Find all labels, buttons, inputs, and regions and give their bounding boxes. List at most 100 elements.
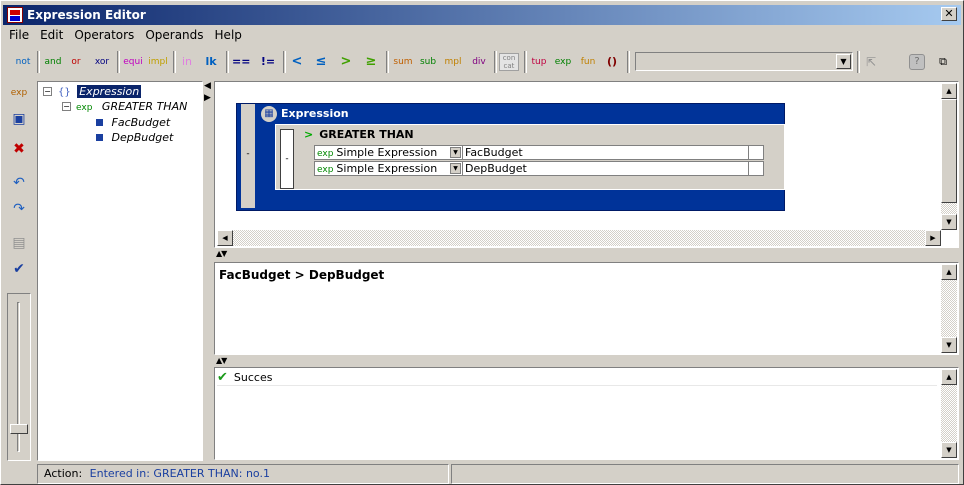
equals-button[interactable]: == [232, 53, 250, 71]
exp-button[interactable]: exp [553, 53, 573, 71]
canvas-vertical-scrollbar[interactable]: ▲ ▼ [941, 83, 957, 230]
action-label: Action: [44, 467, 83, 480]
status-bar: Action: Entered in: GREATER THAN: no.1 [3, 464, 961, 484]
scroll-left-icon[interactable]: ◀ [217, 230, 233, 246]
status-panel-secondary [451, 464, 959, 484]
scroll-down-icon[interactable]: ▼ [941, 442, 957, 458]
operand-value[interactable]: DepBudget [465, 162, 527, 175]
expression-type-select[interactable]: exp Simple Expression ▼ [315, 146, 463, 159]
scroll-right-icon[interactable]: ▶ [925, 230, 941, 246]
operand-row[interactable]: exp Simple Expression ▼ FacBudget [314, 145, 764, 160]
undo-icon[interactable]: ↶ [9, 173, 29, 193]
greater-equal-button[interactable]: ≥ [363, 53, 379, 71]
delete-icon[interactable]: ✖ [9, 139, 29, 159]
mpl-button[interactable]: mpl [442, 53, 464, 71]
scroll-up-icon[interactable]: ▲ [941, 264, 957, 280]
expression-type-label: Simple Expression [336, 146, 438, 159]
scroll-down-icon[interactable]: ▼ [941, 214, 957, 230]
expand-right-icon[interactable]: ▶ [204, 93, 211, 103]
menu-operators[interactable]: Operators [68, 26, 139, 42]
menu-help[interactable]: Help [209, 26, 247, 42]
slider-thumb[interactable] [10, 424, 28, 434]
operator-side-handle[interactable]: - [280, 129, 294, 189]
collapse-icon[interactable]: − [43, 87, 52, 96]
and-button[interactable]: and [43, 53, 63, 71]
toolbar-separator [627, 51, 630, 73]
evaluate-icon[interactable]: ▤ [9, 233, 29, 253]
concat-button[interactable]: con cat [499, 53, 519, 71]
scroll-down-icon[interactable]: ▼ [941, 337, 957, 353]
cell-divider [748, 162, 749, 175]
save-icon[interactable]: ▣ [9, 109, 29, 129]
parentheses-button[interactable]: () [603, 53, 621, 71]
messages-vertical-scrollbar[interactable]: ▲ ▼ [941, 369, 957, 458]
expression-side-handle[interactable]: - [241, 104, 255, 208]
scroll-up-icon[interactable]: ▲ [941, 83, 957, 99]
menu-file[interactable]: File [3, 26, 34, 42]
xor-button[interactable]: xor [92, 53, 112, 71]
toolbar-separator [494, 51, 497, 73]
tree-leaf-facbudget[interactable]: FacBudget [96, 116, 170, 129]
pane-splitter[interactable]: ◀ ▶ [204, 81, 212, 461]
sub-button[interactable]: sub [417, 53, 439, 71]
scroll-up-icon[interactable]: ▲ [941, 369, 957, 385]
collapse-left-icon[interactable]: ◀ [204, 81, 211, 91]
collapse-icon[interactable]: − [62, 102, 71, 111]
scroll-thumb[interactable] [941, 99, 957, 203]
not-button[interactable]: not [13, 53, 33, 71]
tree-node-expression[interactable]: {} Expression [58, 85, 142, 98]
operator-toolbar: not and or xor equi impl in lk == != < ≤… [3, 48, 961, 76]
operand-combo[interactable]: ▼ [635, 52, 853, 71]
action-value: Entered in: GREATER THAN: no.1 [89, 467, 270, 480]
sum-button[interactable]: sum [392, 53, 414, 71]
less-equal-button[interactable]: ≤ [313, 53, 329, 71]
export-icon[interactable]: ⇱ [863, 53, 879, 71]
less-than-button[interactable]: < [289, 53, 305, 71]
tree-leaf-depbudget[interactable]: DepBudget [96, 131, 173, 144]
title-bar: Expression Editor ✕ [3, 5, 961, 25]
text-vertical-scrollbar[interactable]: ▲ ▼ [941, 264, 957, 353]
expression-type-select[interactable]: exp Simple Expression ▼ [315, 162, 463, 175]
tree-leaf-label: DepBudget [111, 131, 174, 144]
exp-tag: exp [317, 149, 334, 159]
div-button[interactable]: div [468, 53, 490, 71]
or-button[interactable]: or [69, 53, 83, 71]
chevron-down-icon[interactable]: ▼ [450, 147, 461, 158]
lk-button[interactable]: lk [203, 53, 219, 71]
impl-button[interactable]: impl [147, 53, 169, 71]
tup-button[interactable]: tup [529, 53, 549, 71]
toolbar-separator [117, 51, 120, 73]
chevron-down-icon[interactable]: ▼ [836, 54, 851, 69]
in-button[interactable]: in [179, 53, 195, 71]
menu-edit[interactable]: Edit [34, 26, 68, 42]
not-equals-button[interactable]: != [259, 53, 277, 71]
operand-icon [96, 134, 103, 141]
braces-icon: {} [58, 87, 71, 98]
operand-value[interactable]: FacBudget [465, 146, 523, 159]
check-icon[interactable]: ✔ [9, 259, 29, 279]
menu-operands[interactable]: Operands [139, 26, 208, 42]
expression-block-title: Expression [281, 107, 349, 120]
canvas-horizontal-scrollbar[interactable]: ◀ ▶ [217, 230, 941, 246]
redo-icon[interactable]: ↷ [9, 199, 29, 219]
open-icon[interactable]: exp [9, 83, 29, 103]
expression-text: FacBudget > DepBudget [219, 268, 385, 282]
tree-node-greater-than[interactable]: exp GREATER THAN [76, 100, 187, 113]
split-arrows-icon[interactable]: ▲▼ [216, 356, 227, 365]
operand-row[interactable]: exp Simple Expression ▼ DepBudget [314, 161, 764, 176]
equi-button[interactable]: equi [122, 53, 144, 71]
close-button[interactable]: ✕ [941, 7, 957, 21]
chevron-down-icon[interactable]: ▼ [450, 163, 461, 174]
zoom-slider[interactable] [7, 293, 31, 461]
messages-pane: ✔ Succes ▲ ▼ [214, 367, 959, 460]
split-arrows-icon[interactable]: ▲▼ [216, 249, 227, 258]
fun-button[interactable]: fun [578, 53, 598, 71]
restore-icon[interactable]: ⧉ [936, 53, 950, 71]
tree-node-label: GREATER THAN [101, 100, 188, 113]
greater-than-block[interactable]: - > GREATER THAN exp Simple Expression ▼ F… [275, 124, 785, 190]
help-icon[interactable]: ? [909, 54, 925, 70]
toolbar-separator [37, 51, 40, 73]
message-row: ✔ Succes [217, 370, 937, 386]
expression-block[interactable]: - ▦ Expression - > GREATER THAN exp Simple… [236, 103, 785, 211]
greater-than-button[interactable]: > [338, 53, 354, 71]
